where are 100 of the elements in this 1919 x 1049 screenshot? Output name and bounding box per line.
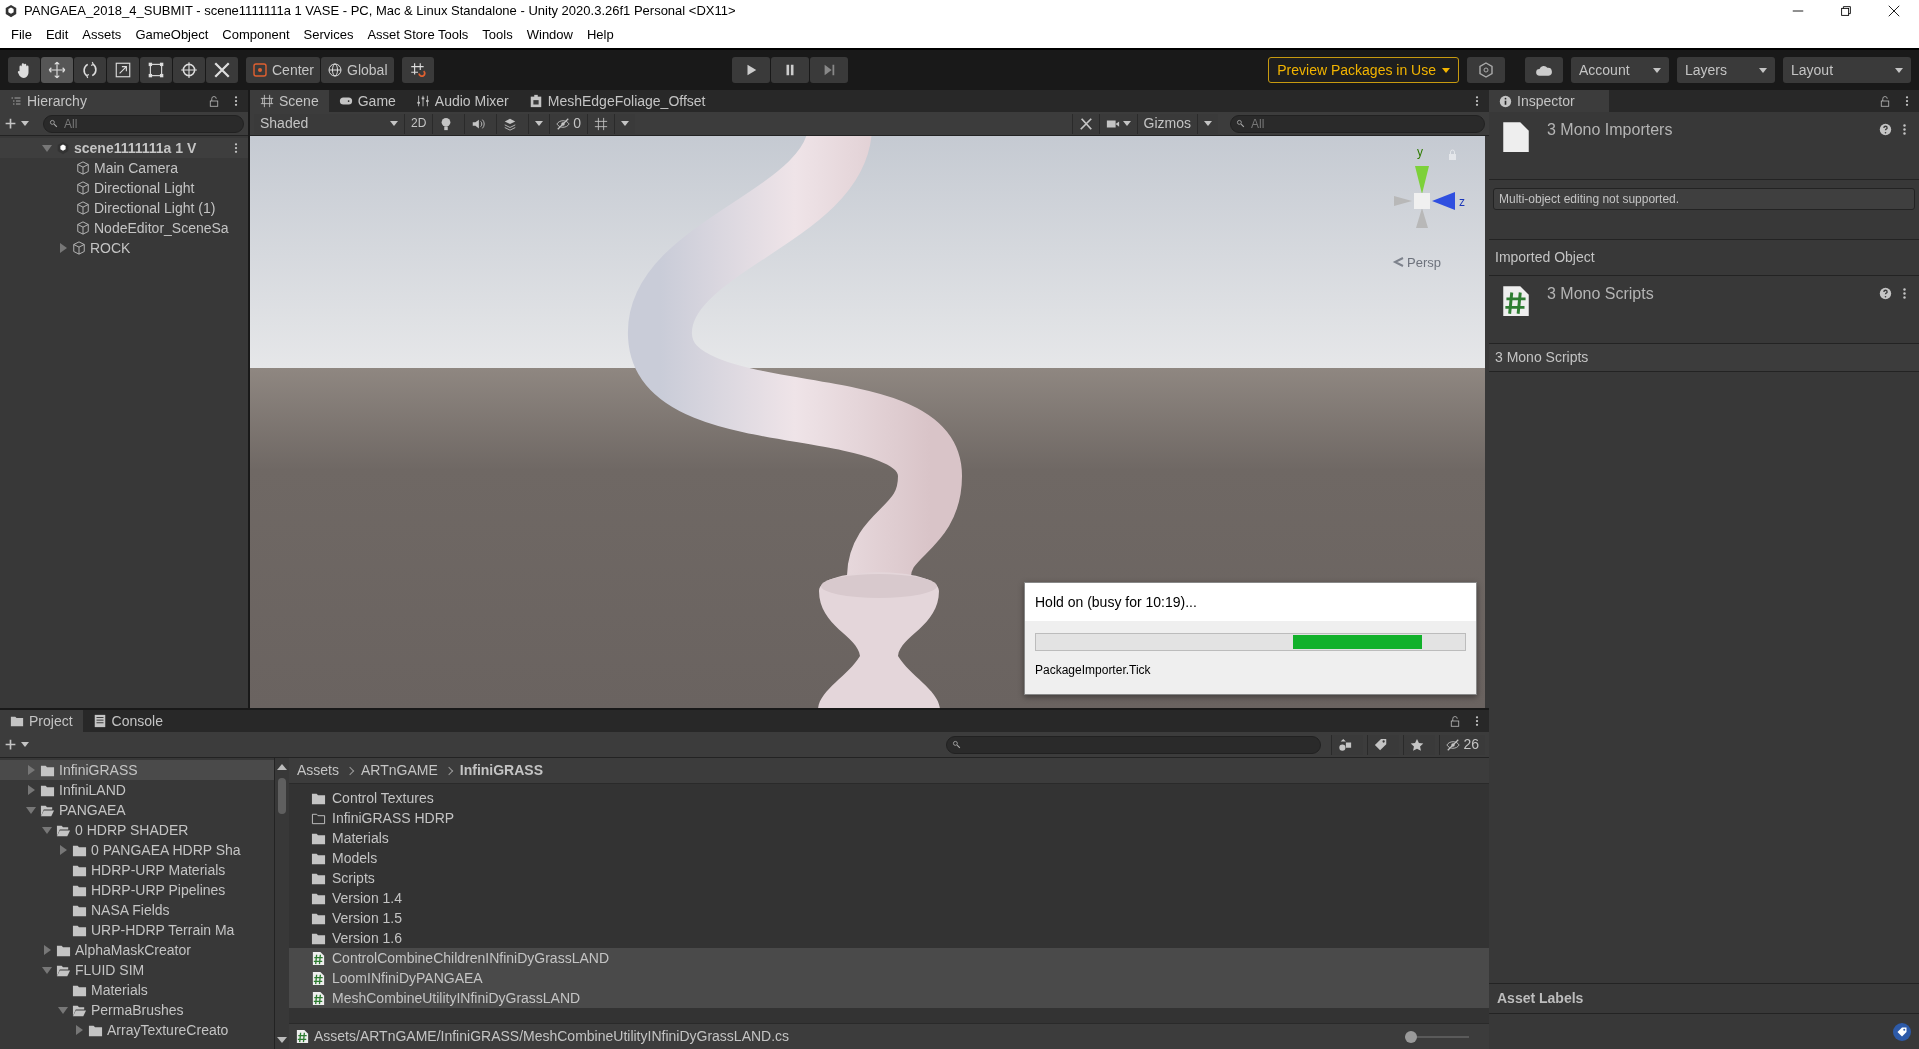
restore-icon[interactable]	[1839, 4, 1853, 18]
dropdown[interactable]: Layers	[1677, 57, 1775, 83]
hierarchy-item[interactable]: Directional Light	[94, 179, 195, 197]
dropdown[interactable]: Account	[1571, 57, 1669, 83]
menu-item[interactable]: Services	[296, 27, 361, 43]
menu-item[interactable]: Assets	[75, 27, 129, 43]
scene-row[interactable]: scene1111111a 1 V	[0, 138, 248, 158]
hierarchy-item[interactable]: NodeEditor_SceneSa	[94, 219, 229, 237]
lock-icon[interactable]	[1449, 715, 1461, 727]
slider-thumb[interactable]	[1405, 1030, 1417, 1043]
asset-item[interactable]: LoomINfiniDyPANGAEA	[289, 968, 1489, 988]
tree-item[interactable]: ArrayTextureCreato	[0, 1020, 274, 1040]
menu-item[interactable]: Component	[215, 27, 297, 43]
breadcrumb-link[interactable]: ARTnGAME	[361, 762, 438, 779]
zoom-slider[interactable]	[1405, 1030, 1469, 1043]
rotate-icon	[81, 61, 99, 79]
asset-item[interactable]: Control Textures	[289, 788, 1489, 808]
tree-item[interactable]: AlphaMaskCreator	[0, 940, 274, 960]
star-icon	[1410, 737, 1425, 752]
menu-item[interactable]: Asset Store Tools	[360, 27, 476, 43]
space-button[interactable]: Global	[321, 57, 394, 83]
cloud-button[interactable]	[1525, 57, 1563, 83]
asset-item[interactable]: ControlCombineChildrenINfiniDyGrassLAND	[289, 948, 1489, 968]
menu-item[interactable]: File	[4, 27, 39, 43]
pivot-button[interactable]: Center	[246, 57, 321, 83]
lock-icon[interactable]	[208, 95, 220, 107]
menu-item[interactable]: Tools	[475, 27, 520, 43]
asset-item[interactable]: Version 1.5	[289, 908, 1489, 928]
tool-button[interactable]	[173, 57, 205, 83]
tree-item[interactable]: HDRP-URP Pipelines	[0, 880, 274, 900]
asset-item[interactable]: MeshCombineUtilityINfiniDyGrassLAND	[289, 988, 1489, 1008]
tag-icon[interactable]	[1893, 1022, 1911, 1041]
object-title: 3 Mono Scripts	[1547, 284, 1654, 304]
panel-tab[interactable]: MeshEdgeFoliage_Offset	[518, 90, 716, 112]
asset-labels-heading: Asset Labels	[1497, 990, 1584, 1007]
tree-item[interactable]: URP-HDRP Terrain Ma	[0, 920, 274, 940]
preview-packages-button[interactable]: Preview Packages in Use	[1268, 57, 1459, 83]
tag-icon	[1374, 737, 1389, 752]
tool-button[interactable]	[8, 57, 40, 83]
menu-item[interactable]: Help	[579, 27, 621, 43]
lock-icon[interactable]	[1879, 95, 1891, 107]
panel-tab[interactable]: Hierarchy	[0, 90, 160, 112]
tree-item[interactable]: 0 PANGAEA HDRP Sha	[0, 840, 274, 860]
tree-item[interactable]: PermaBrushes	[0, 1000, 274, 1020]
asset-item[interactable]: InfiniGRASS HDRP	[289, 808, 1489, 828]
menu-item[interactable]: Window	[519, 27, 580, 43]
panel-tab[interactable]: Scene	[250, 90, 329, 112]
tree-item[interactable]: PANGAEA	[0, 800, 274, 820]
panel-tab[interactable]: Project	[0, 710, 83, 732]
menu-item[interactable]: Edit	[38, 27, 76, 43]
asset-item[interactable]: Models	[289, 848, 1489, 868]
projection-label[interactable]: Persp	[1407, 255, 1441, 270]
collab-button[interactable]	[1467, 57, 1505, 83]
asset-item[interactable]: Scripts	[289, 868, 1489, 888]
breadcrumb-link[interactable]: InfiniGRASS	[459, 762, 543, 779]
panel-tab[interactable]: Audio Mixer	[405, 90, 519, 112]
tool-button[interactable]	[140, 57, 172, 83]
help-icon[interactable]	[1879, 123, 1892, 136]
tree-item[interactable]: InfiniGRASS	[0, 760, 274, 780]
panel-tab[interactable]: Inspector	[1489, 90, 1609, 112]
hierarchy-item[interactable]: ROCK	[90, 239, 131, 257]
tree-item[interactable]: 0 HDRP SHADER	[0, 820, 274, 840]
search-field[interactable]: All	[1230, 114, 1485, 133]
snap-button[interactable]	[401, 57, 434, 83]
close-icon[interactable]	[1887, 4, 1901, 18]
tree-item[interactable]: FLUID SIM	[0, 960, 274, 980]
hierarchy-item[interactable]: Directional Light (1)	[94, 199, 216, 217]
hierarchy-item[interactable]: Main Camera	[94, 159, 179, 177]
plus-icon[interactable]	[4, 117, 17, 130]
asset-item[interactable]: Version 1.6	[289, 928, 1489, 948]
script-file-icon	[311, 990, 326, 1006]
search-field[interactable]: All	[43, 114, 244, 133]
search-icon	[49, 118, 58, 128]
asset-item[interactable]: Version 1.4	[289, 888, 1489, 908]
tool-button[interactable]	[41, 57, 73, 83]
tool-button[interactable]	[74, 57, 106, 83]
tree-item[interactable]: NASA Fields	[0, 900, 274, 920]
search-field[interactable]	[946, 735, 1322, 754]
scrollbar-thumb[interactable]	[278, 778, 286, 814]
asset-item[interactable]: Materials	[289, 828, 1489, 848]
playback-button[interactable]	[770, 57, 809, 83]
breadcrumb-link[interactable]: Assets	[297, 762, 339, 779]
tree-item[interactable]: Materials	[0, 980, 274, 1000]
object-title: 3 Mono Importers	[1547, 120, 1673, 140]
tool-button[interactable]	[206, 57, 238, 83]
grid-snap-icon	[408, 61, 427, 79]
tree-item[interactable]: HDRP-URP Materials	[0, 860, 274, 880]
chevron-left-icon[interactable]	[1392, 257, 1404, 267]
tool-button[interactable]	[107, 57, 139, 83]
collapsed-arrow-icon[interactable]	[60, 243, 67, 253]
dropdown[interactable]: Layout	[1783, 57, 1911, 83]
tree-item[interactable]: InfiniLAND	[0, 780, 274, 800]
help-icon[interactable]	[1879, 287, 1892, 300]
panel-tab[interactable]: Game	[328, 90, 406, 112]
search-icon	[952, 739, 962, 749]
plus-icon[interactable]	[4, 738, 17, 751]
playback-button[interactable]	[809, 57, 848, 83]
panel-tab[interactable]: Console	[82, 710, 173, 732]
playback-button[interactable]	[731, 57, 770, 83]
menu-item[interactable]: GameObject	[128, 27, 216, 43]
